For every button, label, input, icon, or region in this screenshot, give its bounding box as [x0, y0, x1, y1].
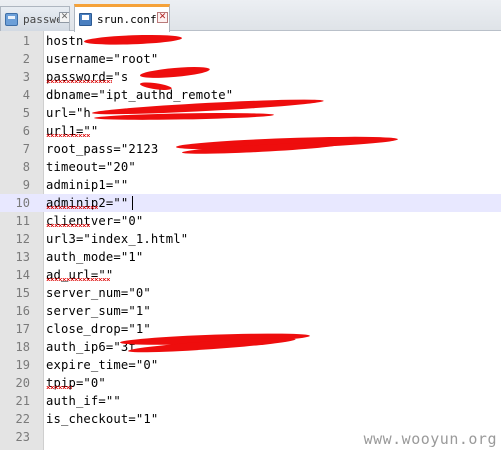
line-number: 16: [15, 304, 30, 318]
tab-passwd[interactable]: passwe ✕: [0, 6, 70, 31]
code-line[interactable]: 9 adminip1="": [0, 176, 501, 194]
line-number: 13: [15, 250, 30, 264]
code-text[interactable]: root_pass="2123: [46, 140, 158, 158]
code-text[interactable]: clientver="0": [46, 212, 143, 230]
code-text[interactable]: server_sum="1": [46, 302, 151, 320]
line-number: 12: [15, 232, 30, 246]
code-text[interactable]: tpip="0": [46, 374, 106, 392]
line-number: 20: [15, 376, 30, 390]
line-number: 17: [15, 322, 30, 336]
line-number: 11: [15, 214, 30, 228]
code-text[interactable]: url="h: [46, 104, 91, 122]
line-number: 22: [15, 412, 30, 426]
spellcheck-underline: [46, 134, 90, 137]
code-line[interactable]: 15 server_num="0": [0, 284, 501, 302]
spellcheck-underline: [46, 224, 90, 227]
watermark: www.wooyun.org: [363, 430, 497, 448]
code-line[interactable]: 22 is_checkout="1": [0, 410, 501, 428]
code-text[interactable]: password="s: [46, 68, 128, 86]
editor-pane[interactable]: 1 hostn 2 username="root" 3 password="s 4 dbnam…: [0, 31, 501, 450]
spellcheck-underline: [46, 206, 98, 209]
close-icon[interactable]: ✕: [157, 12, 168, 23]
close-icon[interactable]: ✕: [59, 12, 69, 23]
code-text[interactable]: timeout="20": [46, 158, 136, 176]
save-disk-icon: [79, 13, 92, 26]
line-number: 8: [22, 160, 30, 174]
code-text[interactable]: auth_mode="1": [46, 248, 143, 266]
code-line[interactable]: 3 password="s: [0, 68, 501, 86]
line-number: 3: [22, 70, 30, 84]
code-line[interactable]: 14 ad_url="": [0, 266, 501, 284]
code-line[interactable]: 12 url3="index_1.html": [0, 230, 501, 248]
line-number: 1: [22, 34, 30, 48]
line-number: 19: [15, 358, 30, 372]
line-number: 9: [22, 178, 30, 192]
code-line[interactable]: 2 username="root": [0, 50, 501, 68]
spellcheck-underline: [46, 386, 72, 389]
line-number: 23: [15, 430, 30, 444]
line-number: 7: [22, 142, 30, 156]
spellcheck-underline: [46, 278, 110, 281]
line-number: 14: [15, 268, 30, 282]
code-line[interactable]: 11 clientver="0": [0, 212, 501, 230]
code-line[interactable]: 1 hostn: [0, 32, 501, 50]
code-line[interactable]: 8 timeout="20": [0, 158, 501, 176]
tab-bar: passwe ✕ srun.conf ✕: [0, 0, 501, 32]
code-line[interactable]: 20 tpip="0": [0, 374, 501, 392]
code-text[interactable]: adminip2="": [46, 194, 128, 212]
code-text[interactable]: close_drop="1": [46, 320, 151, 338]
line-number: 5: [22, 106, 30, 120]
code-text[interactable]: server_num="0": [46, 284, 151, 302]
code-text[interactable]: expire_time="0": [46, 356, 158, 374]
code-text[interactable]: adminip1="": [46, 176, 128, 194]
code-line[interactable]: 13 auth_mode="1": [0, 248, 501, 266]
code-line[interactable]: 16 server_sum="1": [0, 302, 501, 320]
file-icon: [5, 12, 18, 26]
line-number: 15: [15, 286, 30, 300]
text-cursor: [132, 196, 133, 210]
line-number: 2: [22, 52, 30, 66]
spellcheck-underline: [46, 80, 112, 83]
line-number: 10: [15, 196, 30, 210]
line-number: 21: [15, 394, 30, 408]
line-number: 4: [22, 88, 30, 102]
code-line[interactable]: 6 url1="": [0, 122, 501, 140]
code-text[interactable]: username="root": [46, 50, 158, 68]
code-text[interactable]: auth_if="": [46, 392, 121, 410]
tab-label: srun.conf: [97, 13, 157, 26]
code-line[interactable]: 10 adminip2="": [0, 194, 501, 212]
line-number: 6: [22, 124, 30, 138]
tab-label: passwe: [23, 12, 63, 26]
code-text[interactable]: hostn: [46, 32, 83, 50]
code-line[interactable]: 19 expire_time="0": [0, 356, 501, 374]
code-text[interactable]: url1="": [46, 122, 98, 140]
code-text[interactable]: url3="index_1.html": [46, 230, 188, 248]
code-line[interactable]: 21 auth_if="": [0, 392, 501, 410]
line-number: 18: [15, 340, 30, 354]
code-text[interactable]: dbname="ipt_authd_remote": [46, 86, 233, 104]
code-text[interactable]: ad_url="": [46, 266, 113, 284]
tab-srun-conf[interactable]: srun.conf ✕: [74, 4, 170, 32]
code-text[interactable]: is_checkout="1": [46, 410, 158, 428]
